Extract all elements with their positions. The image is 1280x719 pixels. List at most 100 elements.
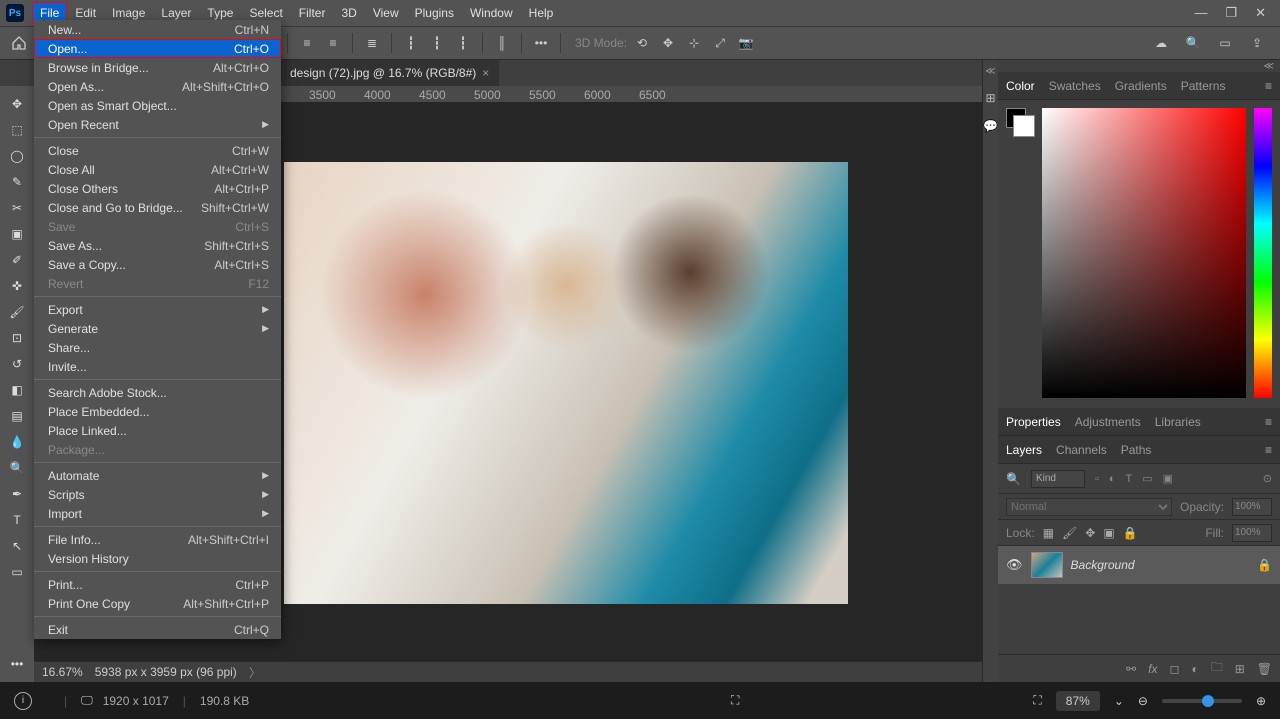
align-icon[interactable]: ≡ (296, 32, 318, 54)
menu-item-place-linked-[interactable]: Place Linked... (34, 421, 281, 440)
filter-shape-icon[interactable]: ▭ (1142, 472, 1152, 485)
filter-type-icon[interactable]: T (1126, 473, 1133, 485)
zoom-percent[interactable]: 87% (1056, 691, 1100, 711)
distribute-icon[interactable]: ┇ (426, 32, 448, 54)
new-layer-icon[interactable]: ⊞ (1235, 662, 1245, 676)
tab-color[interactable]: Color (1006, 73, 1035, 99)
workspace-icon[interactable]: ▭ (1214, 32, 1236, 54)
dodge-tool[interactable]: 🔍 (3, 456, 31, 480)
distribute-icon[interactable]: ┇ (452, 32, 474, 54)
link-icon[interactable]: ⚯ (1126, 662, 1136, 676)
gradient-tool[interactable]: ▤ (3, 404, 31, 428)
tab-layers[interactable]: Layers (1006, 437, 1042, 463)
lock-transparent-icon[interactable]: ▦ (1043, 526, 1054, 540)
close-icon[interactable]: ✕ (1255, 5, 1266, 21)
menu-view[interactable]: View (365, 2, 407, 24)
maximize-icon[interactable]: ❐ (1225, 5, 1237, 21)
stamp-tool[interactable]: ⊡ (3, 326, 31, 350)
menu-item-exit[interactable]: ExitCtrl+Q (34, 620, 281, 639)
align-icon[interactable]: ≣ (361, 32, 383, 54)
menu-item-close-and-go-to-bridge-[interactable]: Close and Go to Bridge...Shift+Ctrl+W (34, 198, 281, 217)
tab-properties[interactable]: Properties (1006, 409, 1061, 435)
type-tool[interactable]: T (3, 508, 31, 532)
menu-item-new-[interactable]: New...Ctrl+N (34, 20, 281, 39)
comments-panel-icon[interactable]: 💬 (983, 119, 998, 133)
chevron-down-icon[interactable]: ⌄ (1114, 694, 1124, 708)
scale-icon[interactable]: ⤢ (709, 32, 731, 54)
menu-item-invite-[interactable]: Invite... (34, 357, 281, 376)
menu-item-version-history[interactable]: Version History (34, 549, 281, 568)
menu-item-close-others[interactable]: Close OthersAlt+Ctrl+P (34, 179, 281, 198)
home-icon[interactable] (8, 32, 30, 54)
shape-tool[interactable]: ▭ (3, 560, 31, 584)
lock-image-icon[interactable]: 🖌 (1062, 526, 1077, 540)
pan-icon[interactable]: ✥ (657, 32, 679, 54)
camera-icon[interactable]: 📷 (735, 32, 757, 54)
pen-tool[interactable]: ✒ (3, 482, 31, 506)
tab-paths[interactable]: Paths (1121, 437, 1152, 463)
menu-item-print-one-copy[interactable]: Print One CopyAlt+Shift+Ctrl+P (34, 594, 281, 613)
menu-item-generate[interactable]: Generate▶ (34, 319, 281, 338)
lock-all-icon[interactable]: 🔒 (1123, 526, 1138, 540)
tab-libraries[interactable]: Libraries (1155, 409, 1201, 435)
menu-item-file-info-[interactable]: File Info...Alt+Shift+Ctrl+I (34, 530, 281, 549)
zoom-slider[interactable] (1162, 699, 1242, 703)
zoom-out-icon[interactable]: ⊖ (1138, 694, 1148, 708)
delete-icon[interactable]: 🗑 (1257, 662, 1272, 676)
menu-item-save-as-[interactable]: Save As...Shift+Ctrl+S (34, 236, 281, 255)
collapse-icon[interactable]: ≪ (998, 60, 1280, 72)
menu-item-search-adobe-stock-[interactable]: Search Adobe Stock... (34, 383, 281, 402)
lasso-tool[interactable]: ◯ (3, 144, 31, 168)
menu-window[interactable]: Window (462, 2, 521, 24)
tab-swatches[interactable]: Swatches (1049, 73, 1101, 99)
orbit-icon[interactable]: ⟲ (631, 32, 653, 54)
foreground-background-swatch[interactable] (1006, 108, 1026, 128)
history-panel-icon[interactable]: ⊞ (985, 91, 995, 105)
wand-tool[interactable]: ✎ (3, 170, 31, 194)
visibility-icon[interactable]: 👁 (1006, 557, 1023, 573)
brush-tool[interactable]: 🖌 (3, 300, 31, 324)
capture-icon[interactable]: ⛶ (731, 693, 739, 708)
fx-icon[interactable]: fx (1148, 662, 1157, 676)
lock-icon[interactable]: 🔒 (1257, 558, 1272, 572)
menu-3d[interactable]: 3D (333, 2, 364, 24)
move-tool[interactable]: ✥ (3, 92, 31, 116)
filter-smart-icon[interactable]: ▣ (1163, 472, 1173, 485)
zoom-in-icon[interactable]: ⊕ (1256, 694, 1266, 708)
opacity-input[interactable] (1232, 498, 1272, 516)
hue-slider[interactable] (1254, 108, 1272, 398)
filter-adjust-icon[interactable]: ◐ (1109, 473, 1116, 485)
tab-adjustments[interactable]: Adjustments (1075, 409, 1141, 435)
menu-item-scripts[interactable]: Scripts▶ (34, 485, 281, 504)
layer-name[interactable]: Background (1071, 558, 1135, 572)
crop-tool[interactable]: ✂ (3, 196, 31, 220)
healing-tool[interactable]: ✜ (3, 274, 31, 298)
layer-row[interactable]: 👁 Background 🔒 (998, 546, 1280, 584)
distribute-icon[interactable]: ║ (491, 32, 513, 54)
eraser-tool[interactable]: ◧ (3, 378, 31, 402)
blend-mode-select[interactable]: Normal (1006, 498, 1172, 516)
menu-item-export[interactable]: Export▶ (34, 300, 281, 319)
close-tab-icon[interactable]: × (482, 66, 489, 80)
menu-item-open-as-[interactable]: Open As...Alt+Shift+Ctrl+O (34, 77, 281, 96)
more-icon[interactable]: ••• (530, 32, 552, 54)
share-icon[interactable]: ⇪ (1246, 32, 1268, 54)
tab-patterns[interactable]: Patterns (1181, 73, 1226, 99)
menu-item-open-[interactable]: Open...Ctrl+O (34, 39, 281, 58)
panel-menu-icon[interactable]: ≡ (1265, 73, 1280, 99)
frame-tool[interactable]: ▣ (3, 222, 31, 246)
search-icon[interactable]: 🔍 (1182, 32, 1204, 54)
menu-item-import[interactable]: Import▶ (34, 504, 281, 523)
menu-item-automate[interactable]: Automate▶ (34, 466, 281, 485)
filter-image-icon[interactable]: ▫ (1095, 473, 1099, 485)
move-icon[interactable]: ⊹ (683, 32, 705, 54)
menu-item-open-recent[interactable]: Open Recent▶ (34, 115, 281, 134)
marquee-tool[interactable]: ⬚ (3, 118, 31, 142)
zoom-value[interactable]: 16.67% (42, 665, 83, 679)
menu-help[interactable]: Help (521, 2, 562, 24)
menu-item-print-[interactable]: Print...Ctrl+P (34, 575, 281, 594)
history-brush-tool[interactable]: ↺ (3, 352, 31, 376)
fill-input[interactable] (1232, 524, 1272, 542)
layer-filter-kind[interactable] (1031, 470, 1085, 488)
cloud-icon[interactable]: ☁ (1150, 32, 1172, 54)
